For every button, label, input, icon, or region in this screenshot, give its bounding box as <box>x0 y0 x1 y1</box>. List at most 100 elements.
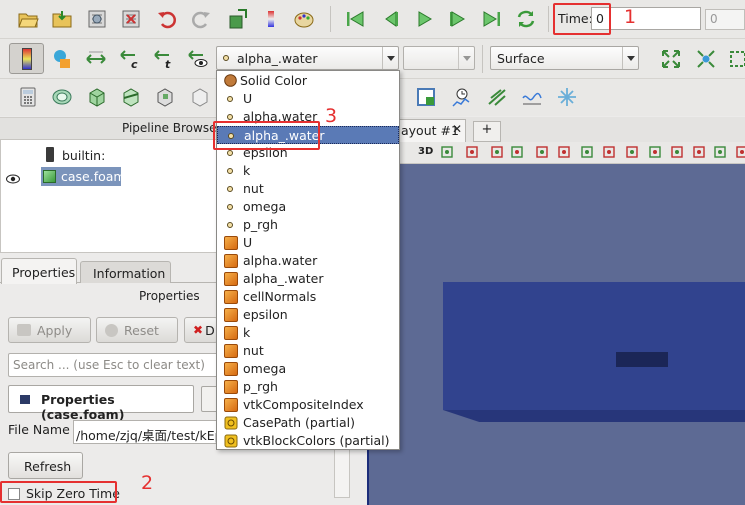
dropdown-item-6[interactable]: nut <box>217 180 399 198</box>
view-tool-icon-8[interactable] <box>625 145 639 159</box>
properties-search-input[interactable]: Search ... (use Esc to clear text) <box>8 353 218 377</box>
tab-properties[interactable]: Properties <box>1 258 77 284</box>
properties-scrollbar[interactable] <box>334 443 350 498</box>
dropdown-item-label: p_rgh <box>243 217 278 232</box>
view-3d-toggle[interactable]: 3D <box>418 146 433 157</box>
plot-selection-icon[interactable] <box>414 85 438 109</box>
color-legend-icon <box>21 47 32 70</box>
save-state-icon[interactable] <box>119 7 143 31</box>
file-name-field[interactable]: /home/zjq/桌面/test/kEps <box>73 420 218 444</box>
view-tool-icon-6[interactable] <box>580 145 594 159</box>
load-state-icon[interactable] <box>85 7 109 31</box>
view-tool-icon-5[interactable] <box>557 145 571 159</box>
zoom-to-data-icon[interactable] <box>694 47 718 71</box>
view-tool-icon-4[interactable] <box>535 145 549 159</box>
scalar-bar-icon[interactable] <box>50 47 74 71</box>
clip-icon[interactable] <box>85 85 109 109</box>
dropdown-item-0[interactable]: Solid Color <box>217 72 399 90</box>
first-frame-icon[interactable] <box>343 7 367 31</box>
view-tool-icon-12[interactable] <box>713 145 727 159</box>
dropdown-item-11[interactable]: alpha_.water <box>217 270 399 288</box>
dropdown-item-label: nut <box>243 181 264 196</box>
next-frame-icon[interactable] <box>446 7 470 31</box>
palette-icon[interactable] <box>292 7 316 31</box>
refresh-button[interactable]: Refresh <box>8 452 83 479</box>
rescale-temporal-icon[interactable]: t <box>152 47 176 71</box>
dropdown-item-8[interactable]: p_rgh <box>217 216 399 234</box>
dropdown-item-label: alpha_.water <box>243 271 324 286</box>
pipeline-item-case-foam[interactable]: case.foam <box>41 167 126 186</box>
point-data-icon <box>224 94 233 102</box>
rescale-custom-icon[interactable]: c <box>118 47 142 71</box>
view-tool-icon-3[interactable] <box>510 145 524 159</box>
representation-combo[interactable]: Surface <box>490 46 639 70</box>
component-combo[interactable] <box>403 46 475 70</box>
contour-icon[interactable] <box>50 85 74 109</box>
view-tool-icon-2[interactable] <box>490 145 504 159</box>
apply-button[interactable]: Apply <box>8 317 91 343</box>
reset-camera-icon[interactable] <box>659 47 683 71</box>
layout-tab[interactable]: ayout #1 ✕ <box>398 119 466 142</box>
dropdown-item-12[interactable]: cellNormals <box>217 288 399 306</box>
chevron-down-icon <box>382 47 398 69</box>
view-tool-icon-0[interactable] <box>440 145 454 159</box>
color-map-editor-icon[interactable] <box>259 7 283 31</box>
dropdown-item-7[interactable]: omega <box>217 198 399 216</box>
dropdown-item-16[interactable]: omega <box>217 360 399 378</box>
time-index-spinbox[interactable]: 0 <box>705 9 745 30</box>
dropdown-item-17[interactable]: p_rgh <box>217 378 399 396</box>
dropdown-item-10[interactable]: alpha.water <box>217 252 399 270</box>
dropdown-item-18[interactable]: vtkCompositeIndex <box>217 396 399 414</box>
properties-section-header[interactable]: Properties (case.foam) <box>8 385 194 422</box>
view-tool-icon-13[interactable] <box>735 145 745 159</box>
toggle-color-legend-button[interactable] <box>9 43 44 74</box>
dropdown-item-14[interactable]: k <box>217 324 399 342</box>
add-tab-button[interactable]: + <box>473 121 501 142</box>
stream-tracer-icon[interactable] <box>520 85 544 109</box>
svg-text:c: c <box>131 58 138 70</box>
play-icon[interactable] <box>412 7 436 31</box>
calculator-icon[interactable] <box>16 85 40 109</box>
loop-icon[interactable] <box>514 7 538 31</box>
dropdown-item-5[interactable]: k <box>217 162 399 180</box>
dropdown-item-1[interactable]: U <box>217 90 399 108</box>
open-folder-icon[interactable] <box>16 7 40 31</box>
open-recent-icon[interactable] <box>50 7 74 31</box>
delete-button[interactable]: ✖ D <box>184 317 218 343</box>
dropdown-item-9[interactable]: U <box>217 234 399 252</box>
view-tool-icon-11[interactable] <box>692 145 706 159</box>
active-array-combo[interactable]: alpha_.water <box>216 46 399 70</box>
extract-subset-icon[interactable] <box>188 85 212 109</box>
dropdown-item-15[interactable]: nut <box>217 342 399 360</box>
slice-icon[interactable] <box>119 85 143 109</box>
annotation-number-2: 2 <box>141 472 154 494</box>
view-tool-icon-1[interactable] <box>465 145 479 159</box>
eye-visibility-icon[interactable] <box>6 173 20 184</box>
glyph-icon[interactable] <box>485 85 509 109</box>
previous-frame-icon[interactable] <box>378 7 402 31</box>
tab-information[interactable]: Information <box>80 261 171 283</box>
annotation-number-3: 3 <box>325 105 338 127</box>
reader-cube-icon <box>43 170 56 183</box>
reset-button[interactable]: Reset <box>96 317 178 343</box>
undo-icon[interactable] <box>155 7 179 31</box>
zoom-box-icon[interactable] <box>726 47 745 71</box>
glyph-points-icon[interactable] <box>555 85 579 109</box>
pipeline-item-builtin[interactable]: builtin: <box>62 148 105 163</box>
redo-icon[interactable] <box>189 7 213 31</box>
view-tool-icon-7[interactable] <box>602 145 616 159</box>
threshold-icon[interactable] <box>153 85 177 109</box>
rescale-visible-icon[interactable] <box>186 47 210 71</box>
dropdown-item-20[interactable]: vtkBlockColors (partial) <box>217 432 399 450</box>
last-frame-icon[interactable] <box>480 7 504 31</box>
cell-data-icon <box>224 254 238 268</box>
file-name-label: File Name <box>8 422 70 437</box>
close-tab-icon[interactable]: ✕ <box>452 122 462 136</box>
dropdown-item-13[interactable]: epsilon <box>217 306 399 324</box>
dropdown-item-19[interactable]: CasePath (partial) <box>217 414 399 432</box>
plot-over-time-icon[interactable] <box>450 85 474 109</box>
view-tool-icon-10[interactable] <box>670 145 684 159</box>
rescale-range-icon[interactable] <box>84 47 108 71</box>
connect-icon[interactable] <box>225 7 249 31</box>
view-tool-icon-9[interactable] <box>648 145 662 159</box>
